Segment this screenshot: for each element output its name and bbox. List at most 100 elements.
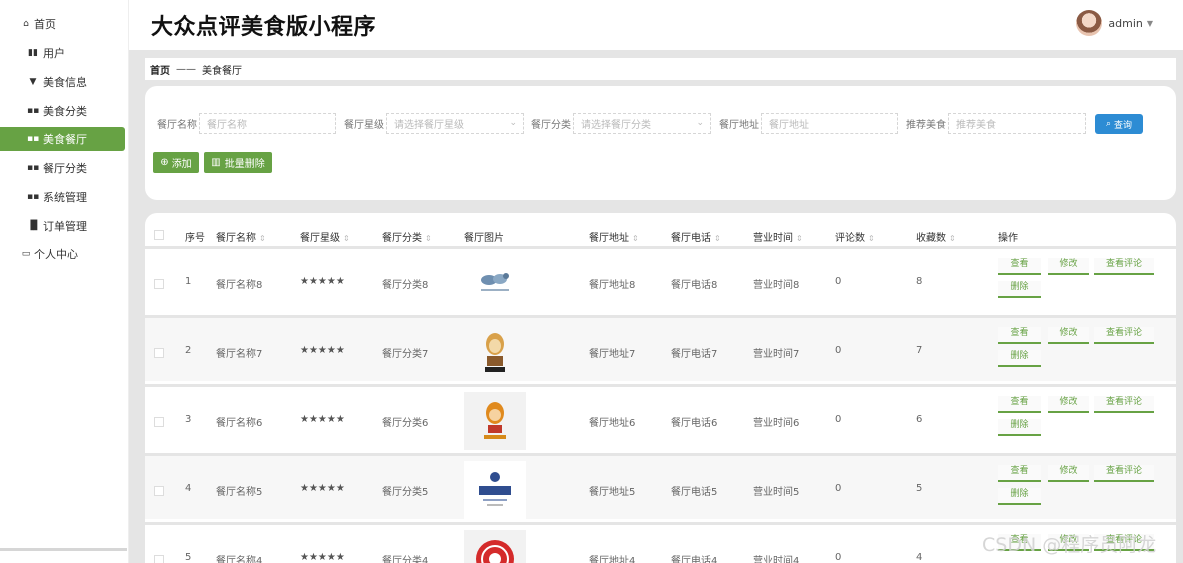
sort-icon[interactable]: ⇕ [796, 234, 803, 243]
view-comments-button[interactable]: 查看评论 [1094, 258, 1154, 275]
view-comments-button[interactable]: 查看评论 [1094, 396, 1154, 413]
red-seal-logo-image [476, 540, 514, 563]
column-header-image: 餐厅图片 [464, 233, 504, 244]
row-category: 餐厅分类6 [382, 418, 429, 429]
column-header-name[interactable]: 餐厅名称 ⇕ [216, 229, 266, 244]
column-header-category[interactable]: 餐厅分类 ⇕ [382, 229, 432, 244]
row-checkbox[interactable] [154, 486, 164, 496]
row-checkbox[interactable] [154, 279, 164, 289]
select-all-checkbox[interactable] [154, 230, 164, 240]
row-checkbox[interactable] [154, 555, 164, 563]
sort-icon[interactable]: ⇕ [714, 234, 721, 243]
sidebar-item-label: 用户 [43, 47, 65, 60]
table-row: 1 餐厅名称8 ★★★★★ 餐厅分类8 餐厅地址8 餐厅电话8 营业时间8 0 … [145, 246, 1176, 312]
sort-icon[interactable]: ⇕ [343, 234, 350, 243]
delete-button[interactable]: 删除 [998, 350, 1041, 367]
row-phone: 餐厅电话8 [671, 280, 718, 291]
column-header-hours[interactable]: 营业时间 ⇕ [753, 229, 803, 244]
restaurant-image[interactable] [464, 392, 526, 450]
app-title: 大众点评美食版小程序 [151, 15, 377, 40]
bar-chart-icon: ▐▌ [27, 221, 41, 231]
sidebar-scrollbar[interactable] [0, 548, 127, 551]
edit-button[interactable]: 修改 [1048, 327, 1089, 344]
sort-icon[interactable]: ⇕ [425, 234, 432, 243]
restaurant-image[interactable] [464, 254, 526, 312]
view-comments-button[interactable]: 查看评论 [1094, 327, 1154, 344]
column-header-comments[interactable]: 评论数 ⇕ [835, 229, 875, 244]
row-address: 餐厅地址8 [589, 280, 636, 291]
user-menu[interactable]: admin ▼ [1076, 10, 1153, 36]
search-field-stars: 餐厅星级 请选择餐厅星级 ⌄ [344, 113, 524, 134]
row-comments: 0 [835, 414, 842, 425]
edit-button[interactable]: 修改 [1048, 258, 1089, 275]
row-name: 餐厅名称6 [216, 418, 263, 429]
restaurant-table: 序号 餐厅名称 ⇕ 餐厅星级 ⇕ 餐厅分类 ⇕ 餐厅图片 餐厅地址 ⇕ 餐厅电话 ⇕ 营业… [145, 213, 1176, 563]
sidebar-item-food-info[interactable]: ▼ 美食信息 [0, 70, 125, 94]
sidebar-item-food-category[interactable]: ▪▪ 美食分类 [0, 99, 125, 123]
row-address: 餐厅地址4 [589, 556, 636, 563]
breadcrumb-home[interactable]: 首页 [150, 62, 170, 77]
avatar[interactable] [1076, 10, 1103, 36]
restaurant-image[interactable] [464, 461, 526, 519]
restaurant-image[interactable] [464, 530, 526, 563]
grid-icon: ▪▪ [27, 106, 40, 116]
row-name: 餐厅名称8 [216, 280, 263, 291]
search-field-name: 餐厅名称 餐厅名称 [157, 113, 336, 134]
edit-button[interactable]: 修改 [1048, 396, 1089, 413]
sidebar-item-home[interactable]: ⌂ 首页 [0, 12, 125, 36]
cup-icon: ▼ [29, 77, 37, 87]
view-button[interactable]: 查看 [998, 465, 1041, 482]
edit-button[interactable]: 修改 [1048, 465, 1089, 482]
column-label: 收藏数 [916, 233, 946, 244]
header: 大众点评美食版小程序 admin ▼ [129, 0, 1183, 50]
restaurant-name-input[interactable]: 餐厅名称 [199, 113, 336, 134]
row-checkbox[interactable] [154, 348, 164, 358]
view-comments-button[interactable]: 查看评论 [1094, 465, 1154, 482]
sidebar-item-restaurants[interactable]: ▪▪ 美食餐厅 [0, 127, 125, 151]
books-icon: ▮▮ [28, 48, 38, 58]
search-button[interactable]: ⌕ 查询 [1095, 114, 1143, 134]
restaurant-image[interactable] [464, 323, 526, 381]
row-favorites: 4 [916, 552, 923, 563]
select-placeholder: 请选择餐厅星级 [394, 120, 464, 131]
column-label: 餐厅名称 [216, 233, 256, 244]
sidebar-item-label: 美食分类 [43, 105, 87, 118]
view-button[interactable]: 查看 [998, 396, 1041, 413]
row-favorites: 6 [916, 414, 923, 425]
breadcrumb-separator: —— [176, 63, 196, 75]
sort-icon[interactable]: ⇕ [868, 234, 875, 243]
row-comments: 0 [835, 345, 842, 356]
sort-icon[interactable]: ⇕ [949, 234, 956, 243]
add-button[interactable]: ⊕ 添加 [153, 152, 199, 173]
column-header-address[interactable]: 餐厅地址 ⇕ [589, 229, 639, 244]
row-hours: 营业时间7 [753, 349, 800, 360]
user-name[interactable]: admin [1108, 17, 1142, 30]
column-header-favorites[interactable]: 收藏数 ⇕ [916, 229, 956, 244]
restaurant-stars-select[interactable]: 请选择餐厅星级 ⌄ [386, 113, 524, 134]
sort-icon[interactable]: ⇕ [259, 234, 266, 243]
sidebar-item-system[interactable]: ▪▪ 系统管理 [0, 185, 125, 209]
view-button[interactable]: 查看 [998, 327, 1041, 344]
delete-button[interactable]: 删除 [998, 281, 1041, 298]
delete-button[interactable]: 删除 [998, 488, 1041, 505]
batch-delete-button[interactable]: ▥ 批量删除 [204, 152, 272, 173]
chevron-down-icon[interactable]: ▼ [1147, 19, 1153, 28]
sidebar-item-profile[interactable]: ▭ 个人中心 [0, 242, 125, 266]
restaurant-category-select[interactable]: 请选择餐厅分类 ⌄ [573, 113, 711, 134]
column-header-stars[interactable]: 餐厅星级 ⇕ [300, 229, 350, 244]
sidebar-item-users[interactable]: ▮▮ 用户 [0, 41, 125, 65]
row-checkbox[interactable] [154, 417, 164, 427]
field-label: 餐厅地址 [719, 120, 759, 131]
row-stars: ★★★★★ [300, 345, 345, 356]
sidebar-item-label: 首页 [34, 18, 56, 31]
view-button[interactable]: 查看 [998, 258, 1041, 275]
restaurant-address-input[interactable]: 餐厅地址 [761, 113, 898, 134]
row-name: 餐厅名称4 [216, 556, 263, 563]
recommended-food-input[interactable]: 推荐美食 [948, 113, 1086, 134]
column-header-phone[interactable]: 餐厅电话 ⇕ [671, 229, 721, 244]
sort-icon[interactable]: ⇕ [632, 234, 639, 243]
sidebar-item-label: 个人中心 [34, 248, 78, 261]
sidebar-item-orders[interactable]: ▐▌ 订单管理 [0, 214, 125, 238]
delete-button[interactable]: 删除 [998, 419, 1041, 436]
sidebar-item-restaurant-category[interactable]: ▪▪ 餐厅分类 [0, 156, 125, 180]
